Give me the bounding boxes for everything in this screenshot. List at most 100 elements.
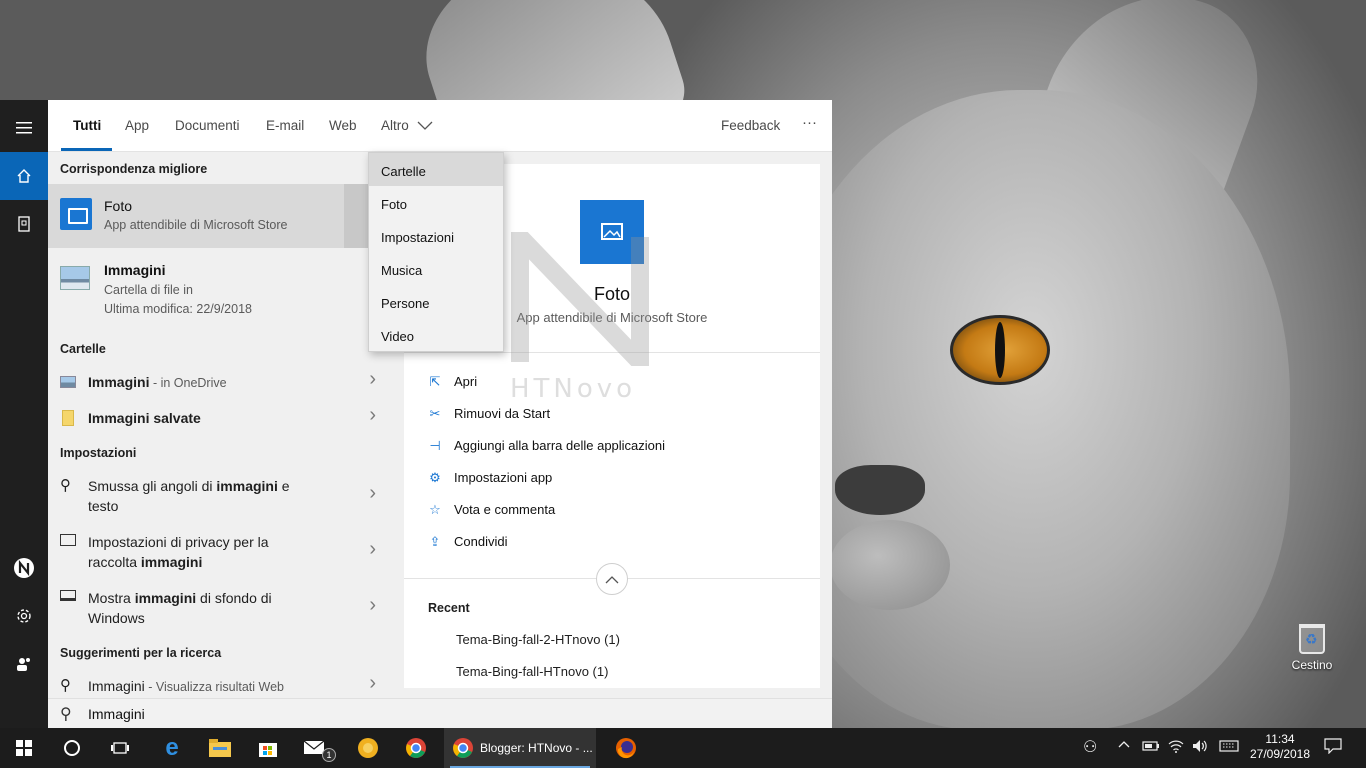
dropdown-item-persone[interactable]: Persone — [369, 285, 503, 318]
tab-altro[interactable]: Altro — [381, 118, 433, 133]
clock[interactable]: 11:34 27/09/2018 — [1248, 732, 1312, 762]
taskbar-window-title: Blogger: HTNovo - ... — [480, 741, 593, 755]
dropdown-item-video[interactable]: Video — [369, 318, 503, 351]
search-input[interactable]: Immagini — [88, 706, 145, 722]
action-label: Apri — [454, 374, 478, 389]
gear-icon[interactable] — [0, 592, 48, 640]
watermark: HTNovo — [510, 214, 660, 404]
tab-app[interactable]: App — [125, 118, 149, 133]
cat-muzzle — [830, 520, 950, 610]
gear-icon: ⚙ — [429, 470, 441, 485]
tab-web[interactable]: Web — [329, 118, 357, 133]
cat-head — [770, 90, 1290, 728]
settings-item[interactable]: Mostra immagini di sfondo di Windows › — [48, 584, 392, 632]
recent-item[interactable]: Tema-Bing-fall-HTnovo (1) — [456, 664, 608, 679]
action-rimuovi-da-start[interactable]: ✂ Rimuovi da Start — [426, 406, 551, 422]
keyboard-icon[interactable] — [1219, 739, 1239, 756]
dropdown-item-foto[interactable]: Foto — [369, 186, 503, 219]
more-options-icon[interactable]: ··· — [802, 114, 817, 131]
store-icon[interactable] — [244, 728, 292, 768]
search-box[interactable]: ⚲ Immagini — [48, 698, 832, 728]
cat-pupil — [995, 322, 1005, 378]
edge-icon[interactable]: e — [148, 728, 196, 768]
settings-item[interactable]: ⚲ Smussa gli angoli di immagini e testo … — [48, 472, 392, 520]
tab-documenti[interactable]: Documenti — [175, 118, 240, 133]
tab-selected-indicator — [61, 148, 112, 151]
mail-badge: 1 — [322, 748, 336, 762]
chevron-down-icon — [417, 121, 432, 130]
result-immagini[interactable]: Immagini Cartella di file in Ultima modi… — [48, 256, 392, 326]
battery-icon[interactable] — [1142, 740, 1160, 755]
results-list: Corrispondenza migliore Foto App attendi… — [48, 152, 392, 698]
volume-icon[interactable] — [1192, 739, 1210, 756]
settings-heading: Impostazioni — [60, 446, 137, 460]
result-foto-title: Foto — [104, 198, 133, 214]
photos-app-icon — [60, 198, 92, 230]
settings-item-text: Mostra — [88, 590, 135, 606]
wifi-icon[interactable] — [1168, 739, 1184, 756]
cortana-icon[interactable] — [48, 728, 96, 768]
action-condividi[interactable]: ⇪ Condividi — [426, 534, 508, 550]
chevron-up-icon — [605, 575, 619, 583]
magnifier-icon: ⚲ — [60, 477, 71, 494]
cat-nose — [835, 465, 925, 515]
recycle-bin-icon — [1299, 624, 1325, 654]
app-yellow-icon[interactable] — [344, 728, 392, 768]
action-label: Aggiungi alla barra delle applicazioni — [454, 438, 666, 453]
settings-item-text: raccolta — [88, 554, 141, 570]
dropdown-item-impostazioni[interactable]: Impostazioni — [369, 219, 503, 252]
share-icon: ⇪ — [429, 534, 441, 549]
suggestion-rest: - Visualizza risultati Web — [144, 680, 284, 694]
settings-item[interactable]: Impostazioni di privacy per la raccolta … — [48, 528, 392, 576]
taskbar-chrome-window[interactable]: Blogger: HTNovo - ... — [444, 728, 596, 768]
unpin-icon: ✂ — [429, 406, 441, 421]
suggestion-item[interactable]: ⚲ Immagini - Visualizza risultati Web › — [48, 672, 392, 698]
mail-icon[interactable]: 1 — [292, 728, 340, 768]
tab-email[interactable]: E-mail — [266, 118, 304, 133]
pin-icon: ⊣ — [429, 438, 441, 453]
dropdown-item-cartelle[interactable]: Cartelle — [369, 153, 503, 186]
tab-tutti[interactable]: Tutti — [73, 118, 101, 133]
notifications-icon[interactable] — [1324, 738, 1342, 757]
dropdown-item-musica[interactable]: Musica — [369, 252, 503, 285]
image-folder-icon — [60, 376, 76, 388]
people-tray-icon[interactable]: ⚇ — [1083, 737, 1097, 757]
clock-time: 11:34 — [1265, 732, 1295, 746]
firefox-icon[interactable] — [602, 728, 650, 768]
feedback-link[interactable]: Feedback — [721, 118, 780, 133]
task-view-icon[interactable] — [96, 728, 144, 768]
folder-thumbnail — [60, 266, 90, 290]
star-icon: ☆ — [429, 502, 441, 517]
settings-item-text: Impostazioni di privacy per la — [88, 534, 269, 550]
image-icon — [60, 534, 76, 546]
action-impostazioni-app[interactable]: ⚙ Impostazioni app — [426, 470, 552, 486]
recycle-bin[interactable]: Cestino — [1284, 624, 1340, 672]
watermark-logo — [511, 214, 649, 385]
settings-item-text: e — [277, 478, 290, 494]
action-aggiungi-barra[interactable]: ⊣ Aggiungi alla barra delle applicazioni — [426, 438, 665, 454]
windows-start-icon[interactable] — [0, 728, 48, 768]
start-rail — [0, 100, 48, 728]
htnovo-logo-icon[interactable] — [0, 544, 48, 592]
action-label: Impostazioni app — [454, 470, 553, 485]
chrome-beta-icon[interactable] — [392, 728, 440, 768]
settings-item-text: Windows — [88, 610, 145, 626]
altro-dropdown: Cartelle Foto Impostazioni Musica Person… — [368, 152, 504, 352]
watermark-text: HTNovo — [510, 374, 637, 404]
settings-item-text: di sfondo di — [196, 590, 272, 606]
action-vota-commenta[interactable]: ☆ Vota e commenta — [426, 502, 555, 518]
folder-item[interactable]: Immagini salvate › — [48, 404, 392, 434]
recent-item[interactable]: Tema-Bing-fall-2-HTnovo (1) — [456, 632, 620, 647]
result-foto[interactable]: Foto App attendibile di Microsoft Store — [48, 184, 392, 248]
search-icon: ⚲ — [60, 677, 71, 694]
file-explorer-icon[interactable] — [196, 728, 244, 768]
chevron-up-icon[interactable] — [1118, 738, 1130, 753]
search-tabs-bar: Tutti App Documenti E-mail Web Altro Fee… — [48, 100, 832, 152]
action-apri[interactable]: ⇱ Apri — [426, 374, 478, 390]
notebook-icon[interactable] — [0, 200, 48, 248]
people-icon[interactable] — [0, 640, 48, 688]
folder-item[interactable]: Immagini - in OneDrive › — [48, 368, 392, 398]
home-icon[interactable] — [0, 152, 48, 200]
hamburger-menu-icon[interactable] — [0, 104, 48, 152]
collapse-button[interactable] — [596, 563, 628, 595]
